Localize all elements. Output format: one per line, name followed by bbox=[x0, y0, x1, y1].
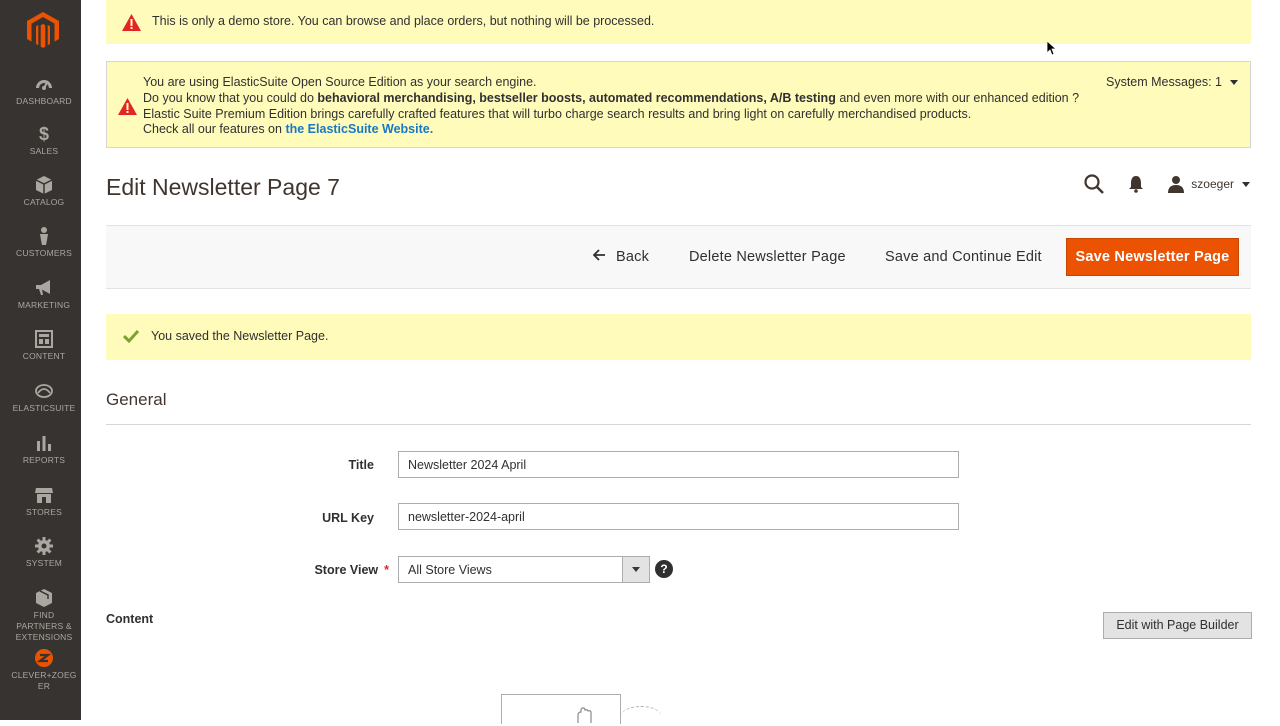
edit-with-page-builder-button[interactable]: Edit with Page Builder bbox=[1103, 612, 1252, 639]
store-view-label-wrap: Store View * bbox=[189, 563, 389, 577]
success-message-text: You saved the Newsletter Page. bbox=[151, 329, 329, 343]
sidebar-item-content[interactable]: CONTENT bbox=[0, 329, 88, 362]
text-span: Check all our features on bbox=[143, 122, 286, 137]
user-menu[interactable]: szoeger bbox=[1167, 175, 1250, 193]
checkmark-icon bbox=[123, 329, 139, 343]
sidebar-item-system[interactable]: SYSTEM bbox=[0, 536, 88, 569]
notification-bell-icon[interactable] bbox=[1127, 175, 1145, 193]
sidebar-item-label: SALES bbox=[29, 146, 59, 156]
page-builder-dashed-arc bbox=[621, 706, 661, 726]
sidebar-item-label: CLEVER+ZOEGER bbox=[11, 670, 77, 691]
warning-icon bbox=[118, 98, 137, 115]
text-span: and even more with our enhanced edition … bbox=[835, 90, 1080, 105]
sidebar-item-reports[interactable]: REPORTS bbox=[0, 433, 88, 466]
demo-notice: This is only a demo store. You can brows… bbox=[106, 0, 1251, 44]
hand-icon bbox=[577, 707, 592, 723]
sidebar-item-label: FIND PARTNERS & EXTENSIONS bbox=[15, 610, 73, 642]
magento-logo[interactable] bbox=[25, 11, 61, 49]
delete-newsletter-page-button[interactable]: Delete Newsletter Page bbox=[689, 249, 846, 265]
chevron-down-icon bbox=[632, 567, 640, 572]
select-arrow bbox=[622, 557, 649, 582]
chevron-down-icon bbox=[1242, 181, 1250, 187]
back-label: Back bbox=[616, 249, 650, 265]
save-and-continue-button[interactable]: Save and Continue Edit bbox=[885, 249, 1042, 265]
elasticsuite-website-link[interactable]: the ElasticSuite Website. bbox=[285, 122, 433, 136]
system-message-line: You are using ElasticSuite Open Source E… bbox=[143, 75, 537, 89]
section-divider bbox=[106, 424, 1251, 425]
bar-chart-icon bbox=[37, 436, 51, 451]
system-message-line: Check all our features on the ElasticSui… bbox=[143, 122, 1079, 138]
mouse-cursor-icon bbox=[1047, 41, 1057, 56]
text-span: Do you know that you could do bbox=[143, 90, 318, 105]
system-message: You are using ElasticSuite Open Source E… bbox=[106, 61, 1251, 148]
content-label: Content bbox=[106, 612, 154, 626]
username: szoeger bbox=[1191, 177, 1234, 191]
system-message-line: Do you know that you could do behavioral… bbox=[143, 91, 1079, 107]
sidebar-item-stores[interactable]: STORES bbox=[0, 485, 88, 518]
save-newsletter-page-button[interactable]: Save Newsletter Page bbox=[1066, 238, 1239, 276]
sidebar-item-customers[interactable]: CUSTOMERS bbox=[0, 226, 88, 259]
url-key-label: URL Key bbox=[322, 511, 374, 525]
elasticsuite-icon bbox=[35, 384, 53, 398]
url-key-input[interactable] bbox=[398, 503, 959, 530]
box-icon bbox=[36, 589, 52, 607]
sidebar-item-label: SYSTEM bbox=[25, 558, 63, 568]
layout-icon bbox=[35, 330, 53, 348]
chevron-down-icon bbox=[1230, 80, 1238, 86]
sidebar-item-catalog[interactable]: CATALOG bbox=[0, 175, 88, 208]
clever-zoeger-icon bbox=[35, 649, 53, 667]
system-message-text: You are using ElasticSuite Open Source E… bbox=[143, 75, 1079, 138]
admin-sidebar: DASHBOARD $ SALES CATALOG CUSTOMERS MARK… bbox=[0, 0, 81, 720]
system-messages-label: System Messages: 1 bbox=[1105, 75, 1222, 89]
system-message-line: Elastic Suite Premium Edition brings car… bbox=[143, 106, 972, 121]
dollar-icon: $ bbox=[38, 124, 49, 144]
megaphone-icon bbox=[36, 280, 50, 295]
title-input[interactable] bbox=[398, 451, 959, 478]
back-button[interactable]: Back bbox=[592, 249, 650, 265]
arrow-left-icon bbox=[592, 249, 606, 265]
sidebar-item-label: STORES bbox=[26, 507, 62, 517]
sidebar-item-find-partners[interactable]: FIND PARTNERS & EXTENSIONS bbox=[0, 588, 88, 643]
warning-icon bbox=[122, 14, 141, 31]
search-icon[interactable] bbox=[1083, 173, 1105, 195]
sidebar-item-label: CONTENT bbox=[22, 351, 66, 361]
main-content: This is only a demo store. You can brows… bbox=[81, 0, 1280, 724]
sidebar-item-label: DASHBOARD bbox=[16, 96, 72, 106]
section-title-general: General bbox=[106, 390, 167, 409]
success-message: You saved the Newsletter Page. bbox=[106, 314, 1251, 360]
required-marker: * bbox=[384, 563, 389, 577]
sidebar-item-marketing[interactable]: MARKETING bbox=[0, 278, 88, 311]
sidebar-item-label: MARKETING bbox=[17, 300, 71, 310]
header-actions: szoeger bbox=[1083, 170, 1250, 198]
sidebar-item-label: CATALOG bbox=[23, 197, 65, 207]
store-view-select[interactable]: All Store Views bbox=[398, 556, 650, 583]
sidebar-item-clever-zoeger[interactable]: CLEVER+ZOEGER bbox=[0, 648, 88, 692]
cube-icon bbox=[35, 176, 53, 194]
sidebar-item-dashboard[interactable]: DASHBOARD bbox=[0, 74, 88, 107]
page-title: Edit Newsletter Page 7 bbox=[106, 174, 340, 200]
store-icon bbox=[35, 488, 53, 503]
system-messages-toggle[interactable]: System Messages: 1 bbox=[1106, 75, 1238, 89]
page-actions-bar: Back Delete Newsletter Page Save and Con… bbox=[106, 225, 1251, 289]
sidebar-item-elasticsuite[interactable]: ELASTICSUITE bbox=[0, 381, 88, 414]
gear-icon bbox=[35, 537, 53, 555]
store-view-label: Store View bbox=[314, 563, 379, 577]
sidebar-item-sales[interactable]: $ SALES bbox=[0, 124, 88, 157]
title-label: Title bbox=[348, 458, 374, 472]
bold-text: behavioral merchandising, bestseller boo… bbox=[317, 90, 836, 105]
store-view-selected: All Store Views bbox=[408, 563, 492, 577]
demo-notice-text: This is only a demo store. You can brows… bbox=[152, 14, 655, 28]
dashboard-icon bbox=[36, 80, 52, 90]
sidebar-item-label: ELASTICSUITE bbox=[12, 403, 76, 413]
user-icon bbox=[1168, 176, 1185, 193]
help-icon[interactable]: ? bbox=[655, 560, 673, 578]
sidebar-item-label: CUSTOMERS bbox=[16, 248, 72, 258]
sidebar-item-label: REPORTS bbox=[22, 455, 66, 465]
person-icon bbox=[40, 227, 48, 245]
